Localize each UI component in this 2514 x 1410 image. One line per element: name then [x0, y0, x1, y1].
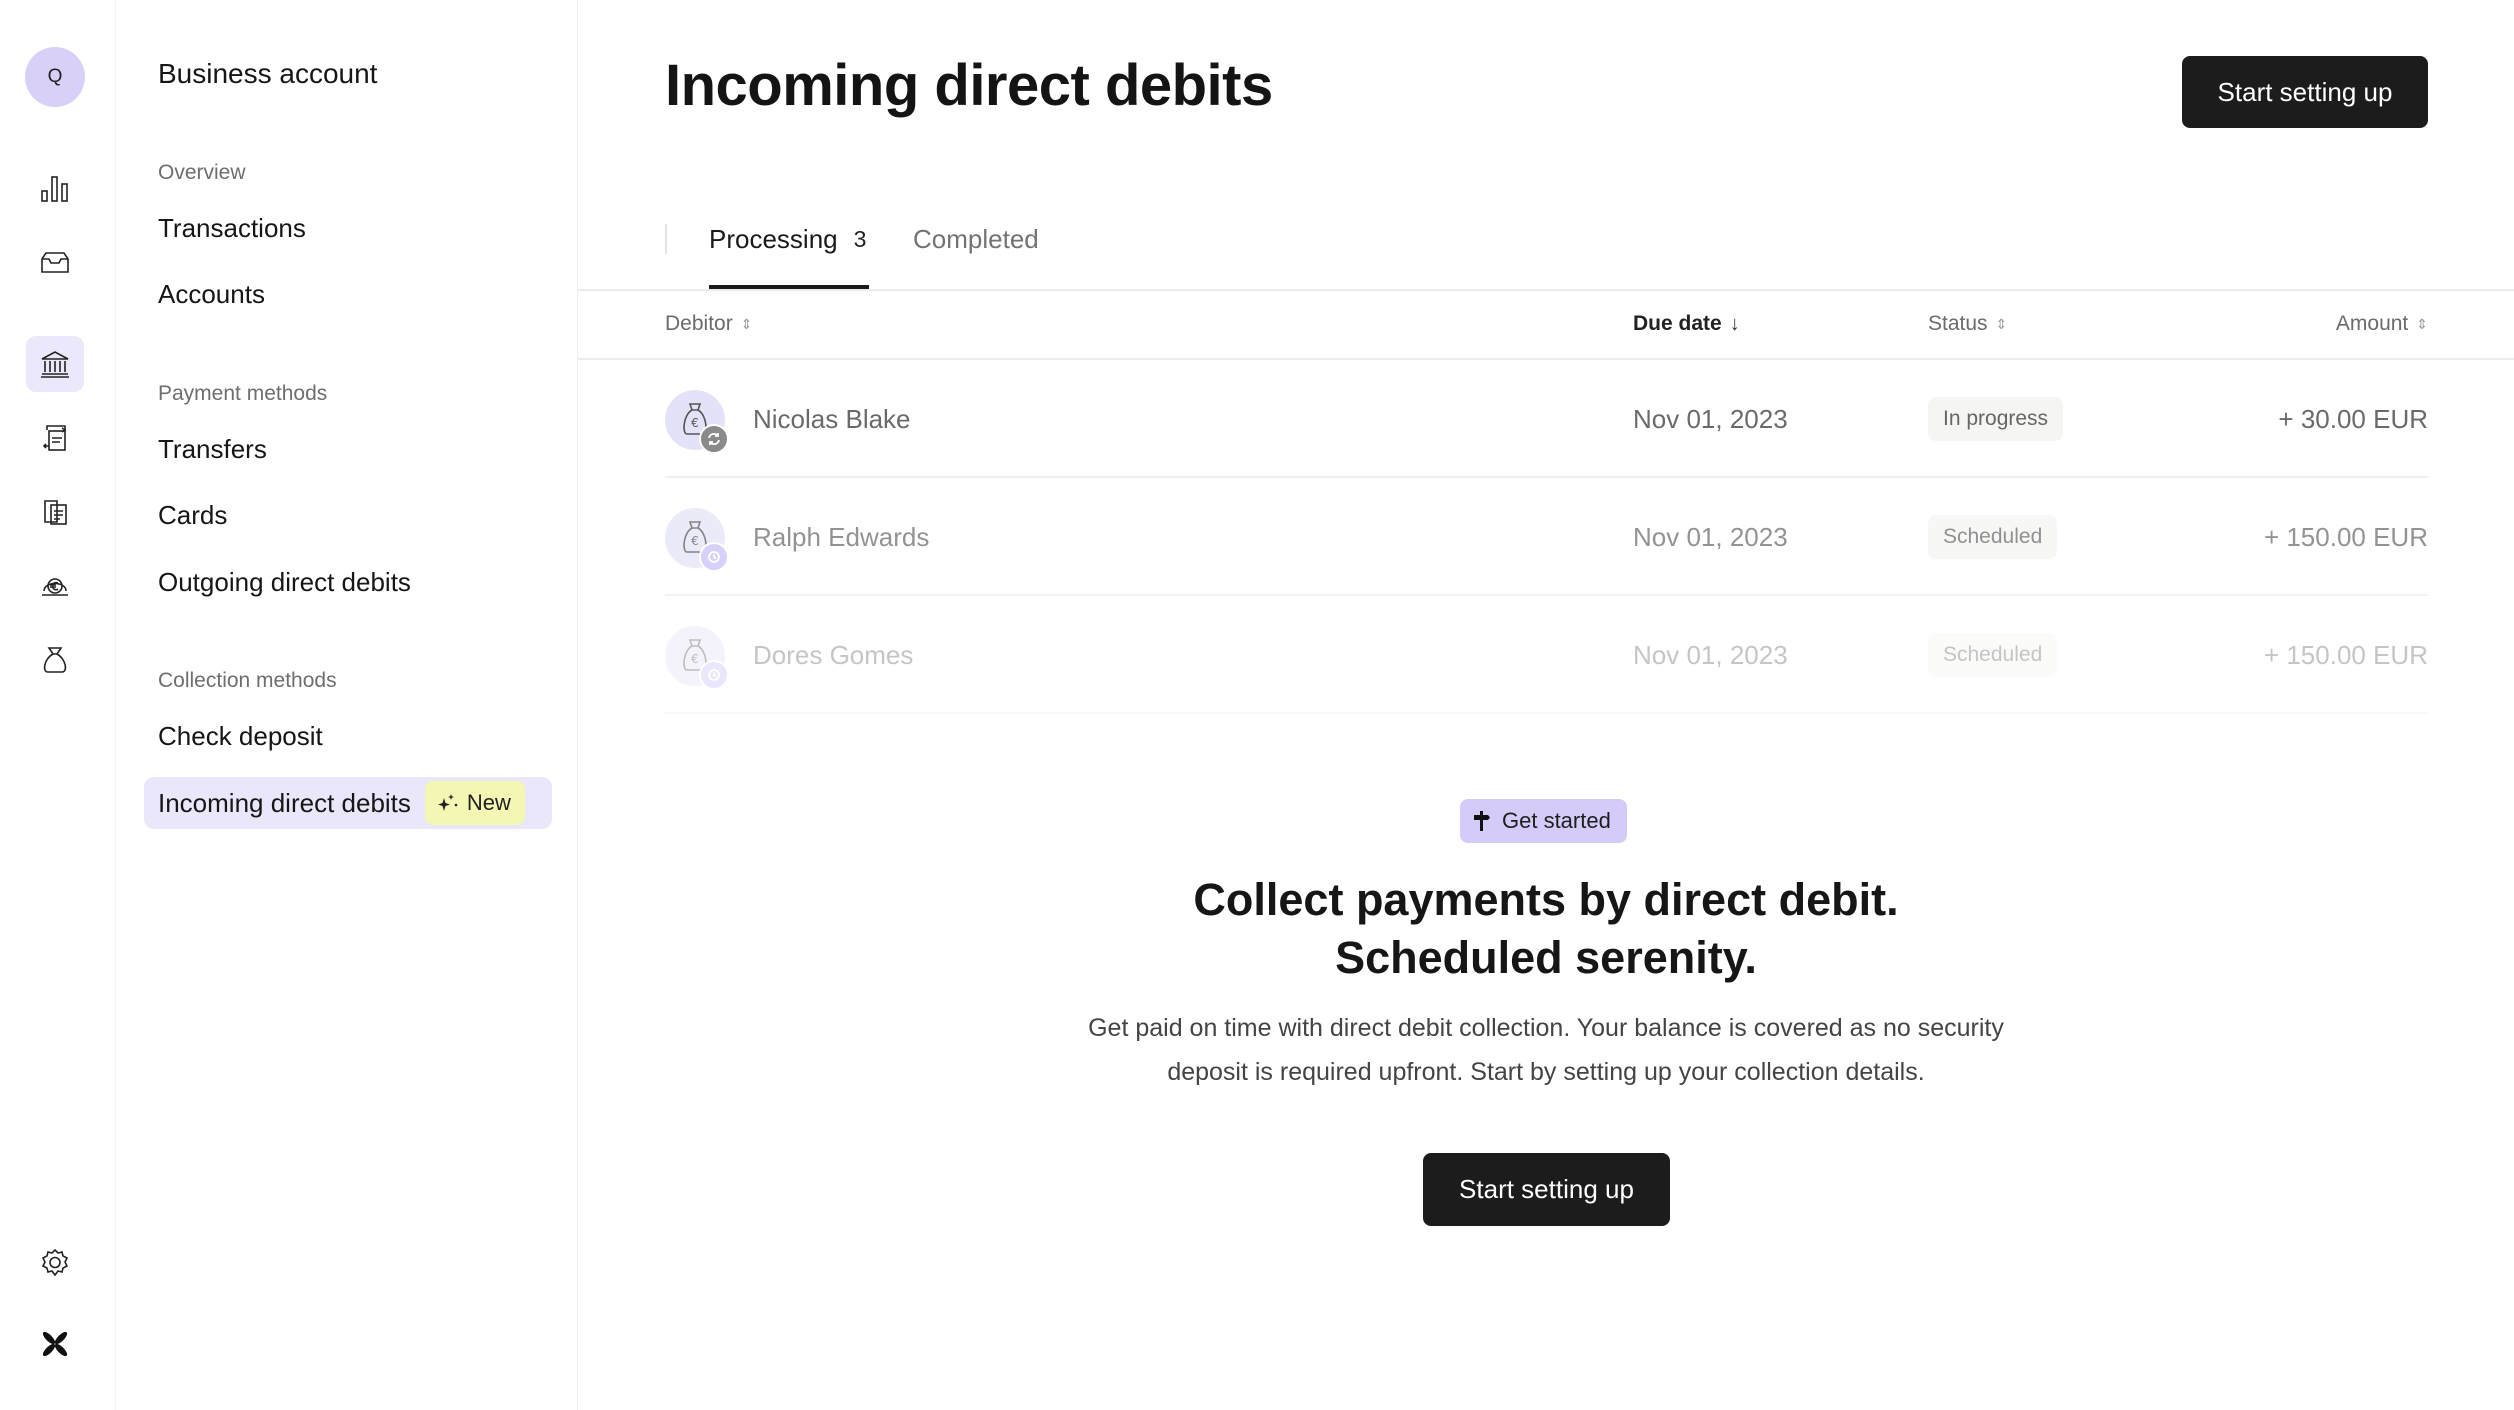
new-badge-label: New — [466, 790, 511, 815]
column-label: Amount — [2335, 312, 2409, 335]
status-badge: In progress — [1928, 397, 2064, 441]
sync-status-badge — [699, 424, 729, 454]
sidebar-item-label: Incoming direct debits — [158, 787, 411, 818]
column-label: Debitor — [665, 312, 733, 335]
sidebar-item-incoming-direct-debits[interactable]: Incoming direct debits New — [144, 777, 552, 829]
start-setting-up-button-header[interactable]: Start setting up — [2182, 56, 2428, 128]
sparkle-icon — [437, 794, 458, 811]
sidebar-section-collection-methods: Collection methods — [158, 669, 337, 692]
inbox-icon — [41, 252, 69, 273]
status-badge: Scheduled — [1928, 633, 2058, 677]
gear-icon — [41, 1248, 69, 1277]
icon-rail: Q — [0, 0, 116, 1410]
transfer-icon — [42, 425, 67, 451]
status-badge: Scheduled — [1928, 515, 2058, 559]
signpost-icon — [1474, 811, 1490, 831]
svg-text:€: € — [691, 416, 699, 430]
promo-headline-line1: Collect payments by direct debit. — [1193, 874, 1899, 925]
start-setting-up-button[interactable]: Start setting up — [1423, 1153, 1670, 1226]
sort-desc-icon: ↓ — [1729, 312, 1740, 335]
column-header-due-date[interactable]: Due date ↓ — [1633, 312, 1740, 336]
brand-logo[interactable] — [26, 1316, 84, 1372]
brand-logo-icon — [42, 1331, 68, 1357]
sidebar-section-payment-methods: Payment methods — [158, 382, 328, 405]
sidebar-item-transactions[interactable]: Transactions — [144, 202, 552, 254]
clock-icon — [708, 669, 720, 681]
sidebar-item-check-deposit[interactable]: Check deposit — [144, 710, 552, 762]
sidebar-item-label: Cards — [158, 499, 228, 530]
table-row[interactable]: € Ralph Edwards Nov 01, 2023 Scheduled +… — [665, 478, 2428, 596]
debitor-name: Dores Gomes — [753, 640, 914, 670]
sidebar-item-label: Accounts — [158, 278, 265, 309]
clock-status-badge — [699, 660, 729, 690]
sort-icon: ⇕ — [2416, 315, 2428, 332]
rail-analytics-button[interactable] — [26, 160, 84, 216]
new-badge: New — [424, 781, 525, 825]
debitor-name: Nicolas Blake — [753, 404, 911, 434]
euro-bag-icon — [42, 578, 68, 596]
sidebar-item-cards[interactable]: Cards — [144, 489, 552, 541]
rail-inbox-button[interactable] — [26, 234, 84, 290]
sort-icon: ⇕ — [740, 315, 753, 332]
avatar[interactable]: Q — [25, 47, 85, 107]
promo-body-line1: Get paid on time with direct debit colle… — [1088, 1014, 2004, 1042]
due-date: Nov 01, 2023 — [1633, 522, 1788, 552]
sync-icon — [708, 433, 720, 445]
column-label: Status — [1928, 312, 1988, 335]
tab-count: 3 — [853, 226, 867, 252]
tab-completed[interactable]: Completed — [913, 224, 1039, 255]
sidebar-item-label: Transactions — [158, 212, 306, 243]
sidebar-item-label: Outgoing direct debits — [158, 566, 411, 597]
bar-chart-icon — [41, 176, 68, 202]
clock-icon — [708, 551, 720, 563]
column-header-status[interactable]: Status ⇕ — [1928, 312, 2007, 336]
secondary-sidebar: Business account Overview Transactions A… — [116, 0, 578, 1410]
debitor-name: Ralph Edwards — [753, 522, 930, 552]
table-row[interactable]: € Dores Gomes Nov 01, 2023 Scheduled + 1… — [665, 596, 2428, 714]
sidebar-title: Business account — [158, 58, 378, 89]
sidebar-item-outgoing-direct-debits[interactable]: Outgoing direct debits — [144, 556, 552, 608]
svg-text:€: € — [691, 652, 699, 666]
column-header-amount[interactable]: Amount ⇕ — [2336, 312, 2428, 336]
tab-processing[interactable]: Processing 3 — [709, 224, 866, 255]
main-content: Incoming direct debits Start setting up … — [578, 0, 2514, 1410]
rail-euro-bag-button[interactable] — [26, 558, 84, 614]
rail-receipts-button[interactable] — [26, 484, 84, 540]
get-started-badge: Get started — [1460, 799, 1627, 843]
tabs-divider — [578, 289, 2514, 291]
amount: + 150.00 EUR — [2263, 522, 2428, 552]
money-bag-icon — [43, 647, 67, 673]
sidebar-item-accounts[interactable]: Accounts — [144, 268, 552, 320]
tab-label: Completed — [913, 224, 1039, 254]
svg-text:€: € — [691, 534, 699, 548]
sidebar-item-label: Transfers — [158, 433, 267, 464]
clock-status-badge — [699, 542, 729, 572]
receipts-icon — [44, 500, 67, 525]
column-label: Due date — [1633, 312, 1722, 335]
promo-body-line2: deposit is required upfront. Start by se… — [1167, 1058, 1925, 1086]
amount: + 30.00 EUR — [2278, 404, 2428, 434]
tabs-separator — [665, 224, 667, 254]
promo-headline-line2: Scheduled serenity. — [1335, 932, 1757, 983]
rail-bank-button[interactable] — [26, 336, 84, 392]
sidebar-item-label: Check deposit — [158, 720, 323, 751]
sidebar-item-transfers[interactable]: Transfers — [144, 423, 552, 475]
rail-settings-button[interactable] — [26, 1235, 84, 1291]
bank-icon — [41, 351, 69, 378]
sort-icon: ⇕ — [1995, 315, 2008, 332]
due-date: Nov 01, 2023 — [1633, 404, 1788, 434]
rail-money-bag-button[interactable] — [26, 632, 84, 688]
rail-transfers-button[interactable] — [26, 410, 84, 466]
sidebar-section-overview: Overview — [158, 161, 246, 184]
page-title: Incoming direct debits — [665, 53, 1273, 118]
get-started-label: Get started — [1502, 808, 1611, 833]
due-date: Nov 01, 2023 — [1633, 640, 1788, 670]
column-header-debitor[interactable]: Debitor ⇕ — [665, 312, 752, 336]
avatar-initial: Q — [47, 66, 63, 87]
amount: + 150.00 EUR — [2263, 640, 2428, 670]
tab-label: Processing — [709, 224, 838, 254]
table-row[interactable]: € Nicolas Blake Nov 01, 2023 In progress… — [665, 360, 2428, 478]
